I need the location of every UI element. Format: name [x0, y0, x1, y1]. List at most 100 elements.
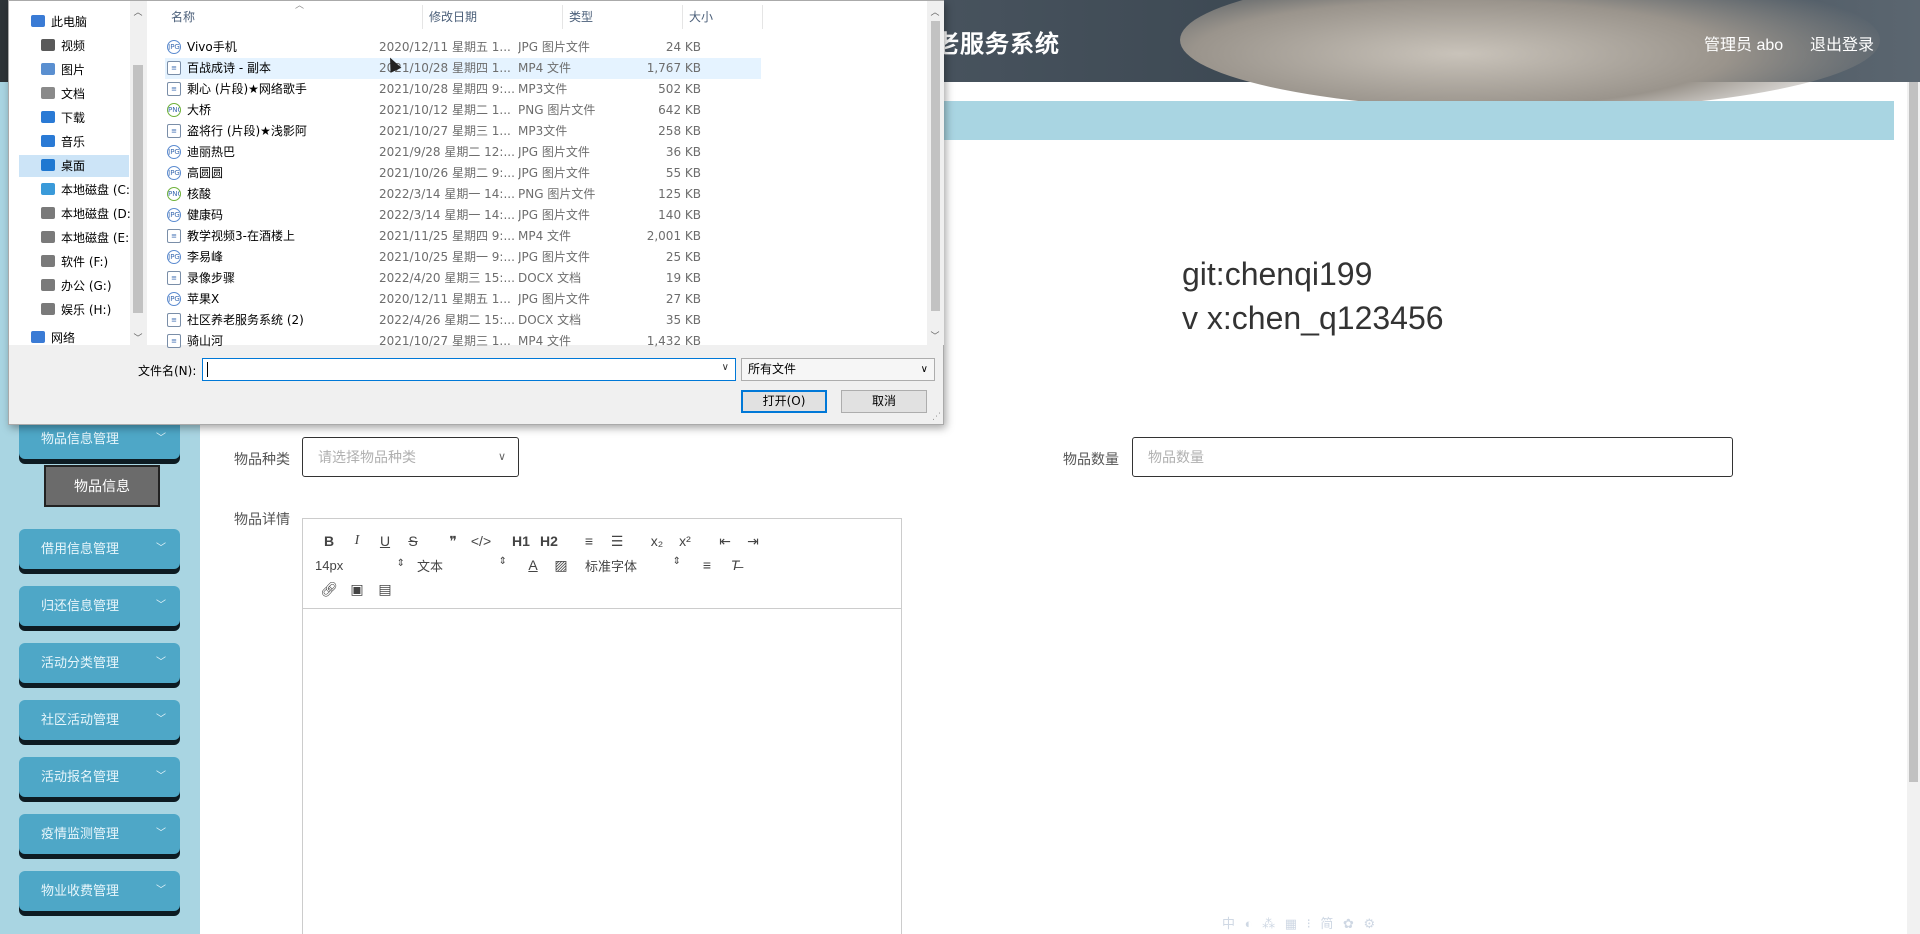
- link-icon[interactable]: 🔗︎: [315, 581, 343, 598]
- file-open-dialog: 此电脑 视频 图片 文档 下载 音乐 桌面 本地磁盘 (C: 本地磁盘 (D: …: [8, 0, 944, 425]
- nav-drive-g[interactable]: 办公 (G:): [41, 275, 130, 297]
- image-file-icon: PNG: [167, 187, 181, 201]
- file-row[interactable]: PNG大桥2021/10/12 星期二 1...PNG 图片文件642 KB: [165, 100, 761, 121]
- bullet-list-button[interactable]: ☰: [603, 533, 631, 550]
- menu-item-borrow-info[interactable]: 借用信息管理 ﹀: [19, 529, 180, 569]
- outdent-button[interactable]: ⇤: [711, 533, 739, 550]
- file-size: 24 KB: [665, 40, 701, 54]
- subscript-button[interactable]: x₂: [643, 533, 671, 549]
- updown-icon: ⇕: [396, 557, 405, 569]
- file-row[interactable]: JPG 高圆圆 2021/10/26 星期二 9:... JPG 图片文件 55 KB: [165, 163, 761, 184]
- filetype-select[interactable]: 所有文件 ∨: [741, 358, 935, 381]
- nav-label: 软件 (F:): [61, 255, 109, 269]
- file-size: 25 KB: [665, 250, 701, 264]
- bold-button[interactable]: B: [315, 533, 343, 549]
- contact-info: git:chenqi199 v x:chen_q123456: [1182, 252, 1444, 340]
- file-row[interactable]: ≡ 教学视频3-在酒楼上 2021/11/25 星期四 9:... MP4 文件 2,0…: [165, 226, 761, 247]
- menu-item-activity-signup[interactable]: 活动报名管理 ﹀: [19, 757, 180, 797]
- scrollbar-thumb[interactable]: [1909, 82, 1918, 782]
- background-color-icon[interactable]: ▨: [547, 557, 575, 574]
- ordered-list-button[interactable]: ≡: [575, 533, 603, 549]
- nav-label: 本地磁盘 (C:: [61, 183, 130, 197]
- logout-link[interactable]: 退出登录: [1810, 31, 1874, 55]
- file-row[interactable]: JPG 李易峰 2021/10/25 星期一 9:... JPG 图片文件 25 KB: [165, 247, 761, 268]
- file-row[interactable]: ≡ 百战成诗 - 副本 2021/10/28 星期四 1... MP4 文件 1,767…: [165, 58, 761, 79]
- menu-item-goods-info[interactable]: 物品信息管理 ﹀: [19, 419, 180, 459]
- page-scrollbar[interactable]: [1907, 82, 1920, 934]
- file-row[interactable]: JPG 健康码 2022/3/14 星期一 14:... JPG 图片文件 140 KB: [165, 205, 761, 226]
- chevron-down-icon[interactable]: ∨: [722, 362, 729, 373]
- nav-drive-d[interactable]: 本地磁盘 (D:: [41, 203, 130, 225]
- file-row[interactable]: ≡ 骑山河 2021/10/27 星期三 1... MP4 文件 1,432 KB: [165, 331, 761, 352]
- chevron-down-icon: ﹀: [156, 771, 166, 782]
- menu-label: 物业收费管理: [41, 883, 120, 898]
- file-row[interactable]: JPG 迪丽热巴 2021/9/28 星期二 12:... JPG 图片文件 36 KB: [165, 142, 761, 163]
- file-row[interactable]: PNG核酸2022/3/14 星期一 14:...PNG 图片文件125 KB: [165, 184, 761, 205]
- font-family-select[interactable]: 标准字体 ⇕: [585, 556, 681, 575]
- superscript-button[interactable]: x²: [671, 533, 699, 549]
- rich-text-editor[interactable]: B I U S ❞ </> H1 H2 ≡ ☰ x₂ x² ⇤ ⇥ 14px ⇕ …: [302, 518, 902, 934]
- scrollbar-thumb[interactable]: [931, 21, 940, 311]
- font-size-select[interactable]: 14px ⇕: [315, 558, 405, 573]
- scroll-up-icon[interactable]: ︿: [130, 5, 146, 18]
- scroll-down-icon[interactable]: ﹀: [130, 331, 146, 344]
- image-file-icon: JPG: [167, 250, 181, 264]
- nav-drive-e[interactable]: 本地磁盘 (E:: [41, 227, 130, 249]
- column-header-type[interactable]: 类型: [563, 5, 683, 29]
- menu-label: 社区活动管理: [41, 712, 120, 727]
- heading1-button[interactable]: H1: [507, 533, 535, 549]
- file-row[interactable]: ≡ 剩心 (片段)★网络歌手 2021/10/28 星期四 9:... MP3文件 50…: [165, 79, 761, 100]
- menu-item-community-activity[interactable]: 社区活动管理 ﹀: [19, 700, 180, 740]
- align-icon[interactable]: ≡: [693, 557, 721, 573]
- file-date: 2021/10/26 星期二 9:...: [379, 166, 515, 180]
- clear-format-icon[interactable]: T̶: [721, 557, 749, 573]
- blockquote-button[interactable]: ❞: [439, 533, 467, 550]
- column-header-name[interactable]: 名称: [165, 5, 423, 29]
- menu-item-epidemic-monitor[interactable]: 疫情监测管理 ﹀: [19, 814, 180, 854]
- quantity-input[interactable]: [1132, 437, 1733, 477]
- category-select[interactable]: 请选择物品种类 ∨: [302, 437, 519, 477]
- file-row[interactable]: ≡ 盗将行 (片段)★浅影阿 2021/10/27 星期三 1... MP3文件 258…: [165, 121, 761, 142]
- nav-drive-f[interactable]: 软件 (F:): [41, 251, 130, 273]
- font-color-icon[interactable]: A: [519, 557, 547, 573]
- nav-label: 桌面: [61, 159, 86, 173]
- image-file-icon: JPG: [167, 166, 181, 180]
- italic-button[interactable]: I: [343, 533, 371, 549]
- file-row[interactable]: ≡ 录像步骤 2022/4/20 星期三 15:... DOCX 文档 19 KB: [165, 268, 761, 289]
- heading2-button[interactable]: H2: [535, 533, 563, 549]
- code-block-button[interactable]: </>: [467, 533, 495, 549]
- file-row[interactable]: ≡ 社区养老服务系统 (2) 2022/4/26 星期二 15:... DOCX 文档…: [165, 310, 761, 331]
- file-row[interactable]: JPG Vivo手机 2020/12/11 星期五 1... JPG 图片文件 24 K…: [165, 37, 761, 58]
- file-size: 1,767 KB: [646, 61, 701, 75]
- scrollbar-thumb[interactable]: [133, 65, 143, 313]
- filename-label: 文件名(N):: [138, 364, 197, 378]
- scroll-down-icon[interactable]: ﹀: [927, 329, 943, 342]
- file-list-scrollbar[interactable]: ︿ ﹀: [927, 1, 944, 345]
- video-icon[interactable]: ▤: [371, 581, 399, 598]
- underline-button[interactable]: U: [371, 533, 399, 549]
- indent-button[interactable]: ⇥: [739, 533, 767, 550]
- nav-desktop[interactable]: 桌面: [19, 155, 129, 177]
- menu-item-return-info[interactable]: 归还信息管理 ﹀: [19, 586, 180, 626]
- column-header-date[interactable]: 修改日期: [423, 5, 563, 29]
- paragraph-select[interactable]: 文本 ⇕: [417, 556, 507, 575]
- open-button[interactable]: 打开(O): [741, 390, 827, 413]
- scroll-up-icon[interactable]: ︿: [927, 5, 943, 18]
- file-size: 258 KB: [658, 124, 701, 138]
- strikethrough-button[interactable]: S: [399, 533, 427, 549]
- music-icon: [41, 135, 55, 147]
- filename-input[interactable]: ∨: [202, 358, 736, 381]
- column-header-size[interactable]: 大小: [683, 5, 763, 29]
- nav-drive-c[interactable]: 本地磁盘 (C:: [41, 179, 130, 201]
- cancel-button[interactable]: 取消: [841, 390, 927, 413]
- menu-item-activity-category[interactable]: 活动分类管理 ﹀: [19, 643, 180, 683]
- file-date: 2022/3/14 星期一 14:...: [379, 187, 515, 201]
- nav-scrollbar[interactable]: ︿ ﹀: [130, 1, 146, 345]
- nav-label: 本地磁盘 (D:: [61, 207, 130, 221]
- submenu-item-goods-info[interactable]: 物品信息: [44, 465, 160, 507]
- file-row[interactable]: JPG 苹果X 2020/12/11 星期五 1... JPG 图片文件 27 KB: [165, 289, 761, 310]
- nav-drive-h[interactable]: 娱乐 (H:): [41, 299, 130, 321]
- image-icon[interactable]: ▣: [343, 581, 371, 598]
- resize-grip-icon[interactable]: ⋰: [932, 412, 941, 422]
- menu-item-property-fees[interactable]: 物业收费管理 ﹀: [19, 871, 180, 911]
